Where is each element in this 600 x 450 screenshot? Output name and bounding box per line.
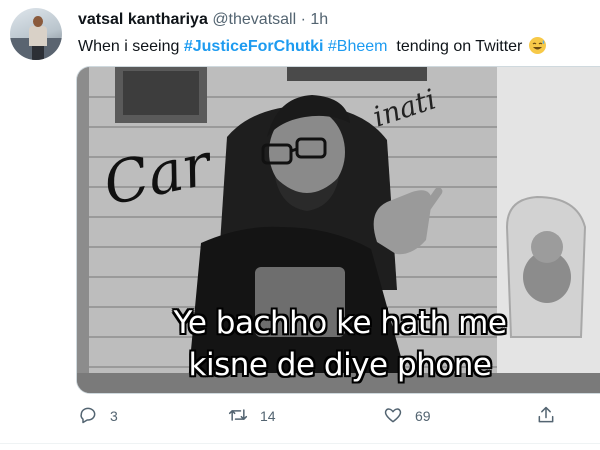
tweet-action-bar: 3 14 69 <box>78 402 578 430</box>
tweet-text: When i seeing #JusticeForChutki #Bheem t… <box>78 37 600 56</box>
heart-icon <box>383 405 403 428</box>
like-count: 69 <box>415 408 431 424</box>
media-photo-illustration: Car inati <box>77 67 600 393</box>
hashtag-bheem[interactable]: #Bheem <box>328 38 388 55</box>
author-handle[interactable]: @thevatsall <box>212 11 296 28</box>
tweet-timestamp[interactable]: 1h <box>310 11 328 28</box>
tweet-text-prefix: When i seeing <box>78 38 184 55</box>
retweet-count: 14 <box>260 408 276 424</box>
header-separator: · <box>300 11 306 28</box>
retweet-button[interactable]: 14 <box>228 402 276 430</box>
reply-button[interactable]: 3 <box>78 402 118 430</box>
avatar[interactable] <box>10 8 62 60</box>
retweet-arrows-icon <box>228 405 248 428</box>
hashtag-justice-for-chutki[interactable]: #JusticeForChutki <box>184 38 324 55</box>
meme-caption-line-1: Ye bachho ke hath me <box>173 305 507 341</box>
tweet-text-suffix: tending on Twitter <box>387 38 523 55</box>
avatar-torso-shape <box>29 26 47 46</box>
avatar-legs-shape <box>32 45 44 60</box>
tweet-card[interactable]: vatsal kanthariya @thevatsall · 1h When … <box>0 0 600 450</box>
tweet-media-image[interactable]: Car inati Ye bachho ke hath me kisne de … <box>76 66 600 394</box>
meme-caption-line-2: kisne de diye phone <box>188 347 492 383</box>
share-upload-icon <box>536 405 556 428</box>
reply-count: 3 <box>110 408 118 424</box>
share-button[interactable] <box>536 402 556 430</box>
tweet-divider <box>0 443 600 444</box>
like-button[interactable]: 69 <box>383 402 431 430</box>
tweet-header: vatsal kanthariya @thevatsall · 1h <box>78 11 328 29</box>
author-name[interactable]: vatsal kanthariya <box>78 11 208 28</box>
grinning-sweat-emoji-icon <box>528 37 546 54</box>
avatar-head-shape <box>33 16 43 27</box>
speech-bubble-icon <box>78 405 98 428</box>
